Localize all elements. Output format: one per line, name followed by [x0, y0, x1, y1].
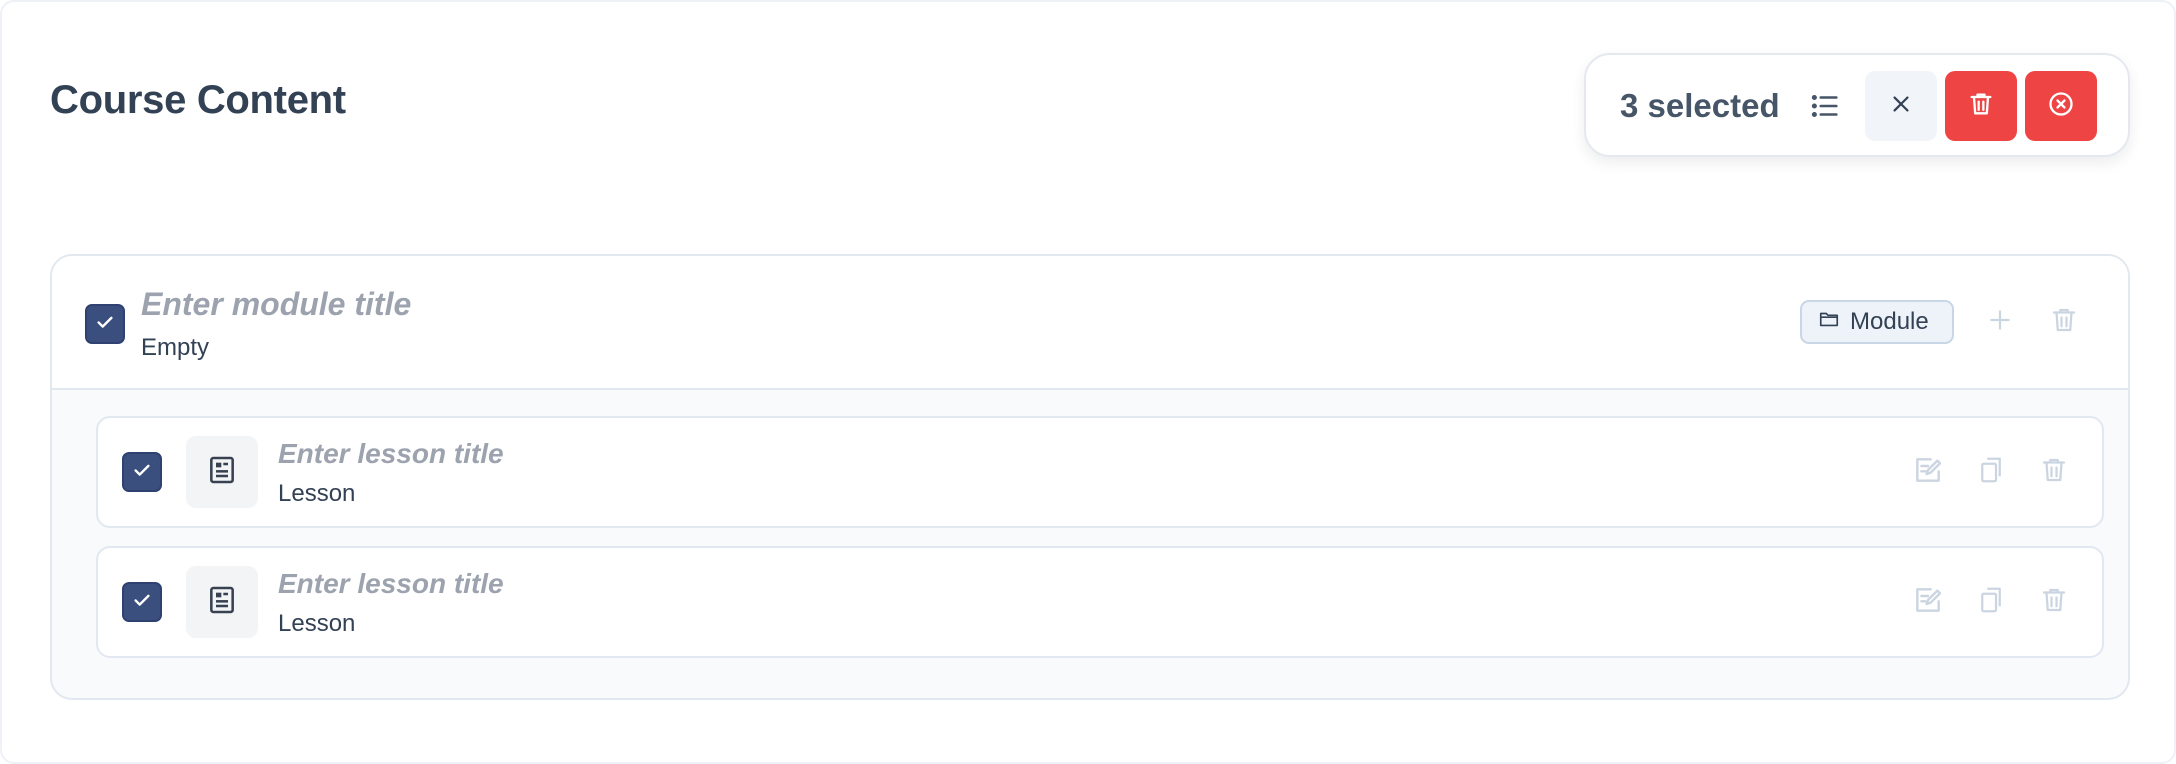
duplicate-lesson-button[interactable] [1969, 450, 2013, 494]
page-title: Course Content [50, 78, 346, 122]
lesson-checkbox[interactable] [122, 582, 162, 622]
delete-lesson-button[interactable] [2032, 450, 2076, 494]
lesson-row[interactable]: Enter lesson title Lesson [96, 416, 2104, 528]
module-type-badge: Module [1800, 300, 1954, 344]
plus-icon [1987, 307, 2013, 338]
lesson-title-input[interactable]: Enter lesson title [278, 568, 504, 600]
module-status: Empty [141, 334, 210, 361]
check-icon [131, 459, 153, 486]
delete-module-button[interactable] [2042, 300, 2086, 344]
duplicate-lesson-button[interactable] [1969, 580, 2013, 624]
trash-icon [2049, 305, 2079, 340]
cancel-selection-button[interactable] [2025, 71, 2097, 141]
trash-icon [1967, 90, 1995, 123]
module-checkbox[interactable] [85, 304, 125, 344]
edit-note-icon [1912, 584, 1944, 621]
page-frame: Course Content 3 selected Enter module t… [0, 0, 2176, 764]
check-icon [131, 589, 153, 616]
selection-count: 3 selected [1620, 87, 1780, 124]
lesson-checkbox[interactable] [122, 452, 162, 492]
lesson-type-icon-box [186, 566, 258, 638]
folder-icon [1818, 308, 1840, 337]
module-badge-label: Module [1850, 308, 1929, 335]
close-icon [1890, 93, 1912, 120]
module-header: Enter module title Empty Module [52, 256, 2128, 390]
document-icon [206, 584, 238, 621]
trash-icon [2039, 585, 2069, 620]
lesson-title-input[interactable]: Enter lesson title [278, 438, 504, 470]
lesson-row[interactable]: Enter lesson title Lesson [96, 546, 2104, 658]
circle-x-icon [2047, 90, 2075, 123]
module-card: Enter module title Empty Module Enter le… [50, 254, 2130, 700]
lesson-type-label: Lesson [278, 610, 356, 637]
delete-selected-button[interactable] [1945, 71, 2017, 141]
check-icon [94, 311, 116, 338]
document-icon [206, 454, 238, 491]
edit-lesson-button[interactable] [1906, 450, 1950, 494]
edit-lesson-button[interactable] [1906, 580, 1950, 624]
list-icon[interactable] [1808, 89, 1842, 123]
copy-icon [1976, 585, 2006, 620]
lesson-type-icon-box [186, 436, 258, 508]
copy-icon [1976, 455, 2006, 490]
trash-icon [2039, 455, 2069, 490]
selection-toolbar: 3 selected [1584, 53, 2130, 157]
edit-note-icon [1912, 454, 1944, 491]
clear-selection-button[interactable] [1865, 71, 1937, 141]
lesson-type-label: Lesson [278, 480, 356, 507]
delete-lesson-button[interactable] [2032, 580, 2076, 624]
add-lesson-button[interactable] [1978, 300, 2022, 344]
module-title-input[interactable]: Enter module title [141, 286, 411, 323]
